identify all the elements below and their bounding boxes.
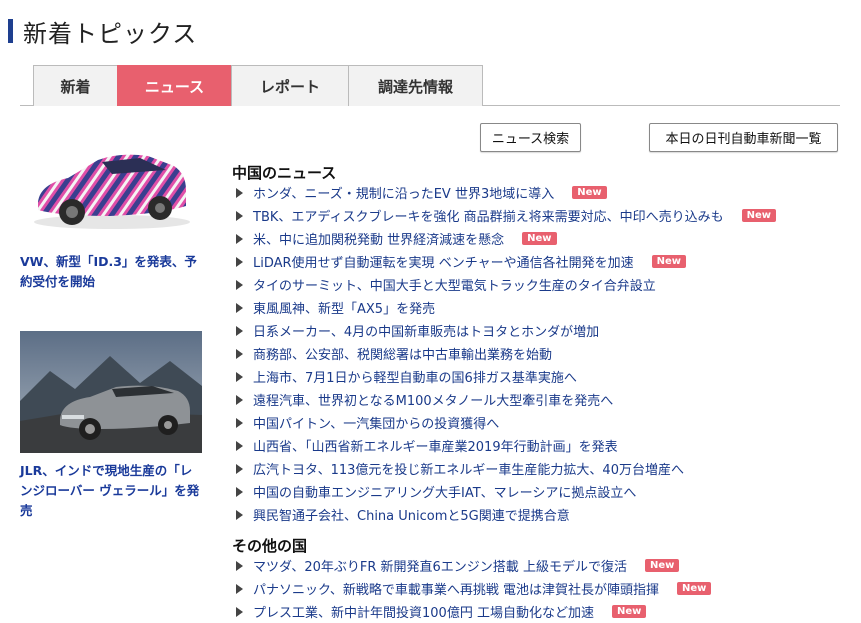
tab-report[interactable]: レポート: [231, 65, 349, 106]
triangle-right-icon: [236, 440, 243, 451]
news-item[interactable]: ホンダ、ニーズ・規制に沿ったEV 世界3地域に導入 New: [236, 181, 776, 204]
news-item[interactable]: LiDAR使用せず自動運転を実現 ベンチャーや通信各社開発を加速 New: [236, 250, 776, 273]
triangle-right-icon: [236, 302, 243, 313]
news-item[interactable]: 興民智通子会社、China Unicomと5G関連で提携合意: [236, 503, 776, 526]
news-item[interactable]: タイのサーミット、中国大手と大型電気トラック生産のタイ合弁設立: [236, 273, 776, 296]
triangle-right-icon: [236, 279, 243, 290]
news-link[interactable]: タイのサーミット、中国大手と大型電気トラック生産のタイ合弁設立: [253, 275, 656, 294]
news-link[interactable]: 広汽トヨタ、113億元を投じ新エネルギー車生産能力拡大、40万台増産へ: [253, 459, 684, 478]
news-item[interactable]: 東風風神、新型「AX5」を発売: [236, 296, 776, 319]
news-link[interactable]: LiDAR使用せず自動運転を実現 ベンチャーや通信各社開発を加速: [253, 252, 634, 271]
news-item[interactable]: 広汽トヨタ、113億元を投じ新エネルギー車生産能力拡大、40万台増産へ: [236, 457, 776, 480]
triangle-right-icon: [236, 463, 243, 474]
news-link[interactable]: マツダ、20年ぶりFR 新開発直6エンジン搭載 上級モデルで復活: [253, 556, 627, 575]
news-link[interactable]: パナソニック、新戦略で車載事業へ再挑戦 電池は津賀社長が陣頭指揮: [253, 579, 659, 598]
triangle-right-icon: [236, 348, 243, 359]
news-link[interactable]: 中国パイトン、一汽集団からの投資獲得へ: [253, 413, 499, 432]
news-link[interactable]: TBK、エアディスクブレーキを強化 商品群揃え将来需要対応、中印へ売り込みも: [253, 206, 724, 225]
tab-bar: 新着 ニュース レポート 調達先情報: [20, 65, 840, 106]
news-item[interactable]: 上海市、7月1日から軽型自動車の国6排ガス基準実施へ: [236, 365, 776, 388]
triangle-right-icon: [236, 210, 243, 221]
feature-article-1[interactable]: VW、新型「ID.3」を発表、予約受付を開始: [20, 122, 202, 292]
news-item[interactable]: 遠程汽車、世界初となるM100メタノール大型牽引車を発売へ: [236, 388, 776, 411]
triangle-right-icon: [236, 417, 243, 428]
new-badge: New: [741, 209, 776, 222]
triangle-right-icon: [236, 486, 243, 497]
daily-newspaper-list-button[interactable]: 本日の日刊自動車新聞一覧: [649, 123, 838, 152]
news-item[interactable]: 商務部、公安部、税関総署は中古車輸出業務を始動: [236, 342, 776, 365]
news-search-button[interactable]: ニュース検索: [480, 123, 581, 152]
news-item[interactable]: プレス工業、新中計年間投資100億円 工場自動化など加速 New: [236, 600, 711, 623]
triangle-right-icon: [236, 233, 243, 244]
news-link[interactable]: 中国の自動車エンジニアリング大手IAT、マレーシアに拠点設立へ: [253, 482, 636, 501]
news-link[interactable]: 遠程汽車、世界初となるM100メタノール大型牽引車を発売へ: [253, 390, 613, 409]
news-item[interactable]: 中国の自動車エンジニアリング大手IAT、マレーシアに拠点設立へ: [236, 480, 776, 503]
feature-image-range-rover-velar[interactable]: [20, 331, 202, 453]
triangle-right-icon: [236, 583, 243, 594]
page: 新着トピックス 新着 ニュース レポート 調達先情報 VW、新型「ID.3」を発…: [0, 0, 861, 623]
feature-article-2[interactable]: JLR、インドで現地生産の「レンジローバー ヴェラール」を発売: [20, 331, 202, 521]
tab-supplier-info[interactable]: 調達先情報: [348, 65, 483, 106]
section-title-other: その他の国: [232, 537, 308, 555]
triangle-right-icon: [236, 606, 243, 617]
feature-caption-1[interactable]: VW、新型「ID.3」を発表、予約受付を開始: [20, 252, 202, 292]
page-header: 新着トピックス: [8, 14, 197, 48]
new-badge: New: [676, 582, 712, 595]
news-link[interactable]: 日系メーカー、4月の中国新車販売はトヨタとホンダが増加: [253, 321, 599, 340]
feature-image-vw-id3[interactable]: [20, 122, 202, 244]
news-item[interactable]: TBK、エアディスクブレーキを強化 商品群揃え将来需要対応、中印へ売り込みも Ne…: [236, 204, 776, 227]
section-title-china: 中国のニュース: [232, 164, 337, 182]
news-link[interactable]: 興民智通子会社、China Unicomと5G関連で提携合意: [253, 505, 570, 524]
news-item[interactable]: 米、中に追加関税発動 世界経済減速を懸念 New: [236, 227, 776, 250]
news-link[interactable]: 米、中に追加関税発動 世界経済減速を懸念: [253, 229, 504, 248]
tab-news[interactable]: ニュース: [117, 65, 232, 106]
news-link[interactable]: プレス工業、新中計年間投資100億円 工場自動化など加速: [253, 602, 594, 621]
page-title: 新着トピックス: [23, 19, 198, 48]
triangle-right-icon: [236, 325, 243, 336]
new-badge: New: [611, 605, 647, 618]
triangle-right-icon: [236, 187, 243, 198]
triangle-right-icon: [236, 509, 243, 520]
new-badge: New: [651, 255, 686, 268]
news-link[interactable]: 上海市、7月1日から軽型自動車の国6排ガス基準実施へ: [253, 367, 577, 386]
news-list-other: マツダ、20年ぶりFR 新開発直6エンジン搭載 上級モデルで復活 New パナソニッ…: [236, 554, 712, 623]
triangle-right-icon: [236, 256, 243, 267]
news-item[interactable]: パナソニック、新戦略で車載事業へ再挑戦 電池は津賀社長が陣頭指揮 New: [236, 577, 712, 600]
feature-caption-2[interactable]: JLR、インドで現地生産の「レンジローバー ヴェラール」を発売: [20, 461, 202, 521]
news-item[interactable]: マツダ、20年ぶりFR 新開発直6エンジン搭載 上級モデルで復活 New: [236, 554, 711, 577]
triangle-right-icon: [236, 371, 243, 382]
new-badge: New: [522, 232, 557, 245]
news-item[interactable]: 中国パイトン、一汽集団からの投資獲得へ: [236, 411, 776, 434]
triangle-right-icon: [236, 560, 243, 571]
new-badge: New: [572, 186, 607, 199]
new-badge: New: [644, 559, 680, 572]
title-accent-bar: [8, 19, 13, 43]
triangle-right-icon: [236, 394, 243, 405]
news-item[interactable]: 日系メーカー、4月の中国新車販売はトヨタとホンダが増加: [236, 319, 776, 342]
tab-new[interactable]: 新着: [33, 65, 118, 106]
news-item[interactable]: 山西省、「山西省新エネルギー車産業2019年行動計画」を発表: [236, 434, 776, 457]
news-link[interactable]: 商務部、公安部、税関総署は中古車輸出業務を始動: [253, 344, 552, 363]
news-link[interactable]: 山西省、「山西省新エネルギー車産業2019年行動計画」を発表: [253, 436, 618, 455]
news-list-china: ホンダ、ニーズ・規制に沿ったEV 世界3地域に導入 New TBK、エアディスクブレ…: [236, 181, 776, 526]
news-link[interactable]: 東風風神、新型「AX5」を発売: [253, 298, 435, 317]
news-link[interactable]: ホンダ、ニーズ・規制に沿ったEV 世界3地域に導入: [253, 183, 554, 202]
